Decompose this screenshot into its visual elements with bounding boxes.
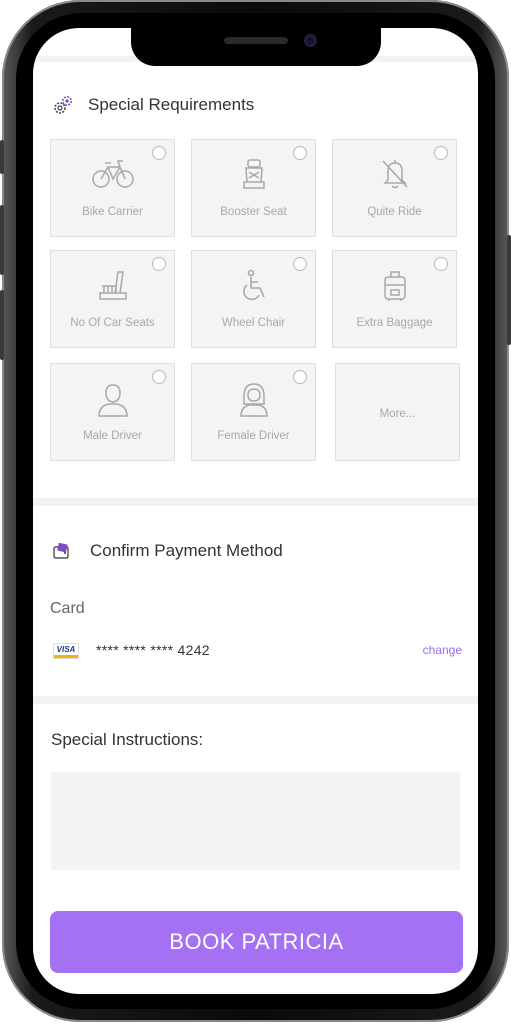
option-label: Male Driver — [83, 430, 142, 442]
option-wheel-chair[interactable]: Wheel Chair — [191, 250, 316, 348]
front-camera — [304, 34, 317, 47]
option-label: Quite Ride — [367, 206, 422, 218]
booster-seat-icon — [242, 159, 265, 189]
option-label: Booster Seat — [220, 206, 287, 218]
option-radio[interactable] — [434, 146, 448, 160]
wheelchair-icon — [242, 269, 265, 301]
change-payment-link[interactable]: change — [423, 643, 462, 657]
payment-type-label: Card — [50, 600, 85, 617]
option-label: Wheel Chair — [221, 317, 286, 329]
option-label: Bike Carrier — [82, 206, 143, 218]
option-label: Female Driver — [217, 430, 290, 442]
option-extra-baggage[interactable]: Extra Baggage — [332, 250, 457, 348]
section-divider — [33, 696, 478, 704]
visa-icon: VISA — [53, 643, 79, 659]
mute-switch — [0, 140, 4, 174]
option-bike-carrier[interactable]: Bike Carrier — [50, 139, 175, 237]
option-car-seats[interactable]: No Of Car Seats — [50, 250, 175, 348]
option-label: Extra Baggage — [356, 317, 433, 329]
option-radio[interactable] — [293, 257, 307, 271]
book-button[interactable]: BOOK PATRICIA — [50, 911, 463, 973]
special-instructions-input[interactable] — [51, 772, 460, 870]
card-number: **** **** **** 4242 — [96, 642, 210, 658]
option-radio[interactable] — [152, 146, 166, 160]
option-radio[interactable] — [293, 370, 307, 384]
option-label: No Of Car Seats — [70, 317, 155, 329]
option-radio[interactable] — [152, 257, 166, 271]
male-driver-icon — [97, 384, 128, 417]
option-radio[interactable] — [293, 146, 307, 160]
gears-icon — [54, 96, 72, 114]
option-male-driver[interactable]: Male Driver — [50, 363, 175, 461]
volume-down-button — [0, 290, 4, 360]
payment-method-title: Confirm Payment Method — [90, 541, 283, 560]
bell-off-icon — [381, 160, 408, 189]
wallet-icon — [53, 543, 69, 559]
bike-icon — [91, 160, 134, 188]
section-divider — [33, 498, 478, 506]
option-booster-seat[interactable]: Booster Seat — [191, 139, 316, 237]
female-driver-icon — [239, 383, 268, 417]
option-radio[interactable] — [152, 370, 166, 384]
car-seat-icon — [98, 271, 127, 300]
power-button — [507, 235, 511, 345]
special-instructions-title: Special Instructions: — [51, 730, 204, 749]
option-female-driver[interactable]: Female Driver — [191, 363, 316, 461]
notch — [131, 28, 381, 66]
visa-logo-text: VISA — [56, 645, 76, 654]
special-requirements-title: Special Requirements — [88, 95, 255, 114]
volume-up-button — [0, 205, 4, 275]
option-quite-ride[interactable]: Quite Ride — [332, 139, 457, 237]
option-radio[interactable] — [434, 257, 448, 271]
option-label: More... — [379, 408, 416, 420]
speaker-grille — [224, 37, 288, 44]
app-screen: Special Requirements Bike Carrier Booste… — [33, 28, 478, 994]
baggage-icon — [383, 271, 406, 301]
option-more[interactable]: More... — [335, 363, 460, 461]
